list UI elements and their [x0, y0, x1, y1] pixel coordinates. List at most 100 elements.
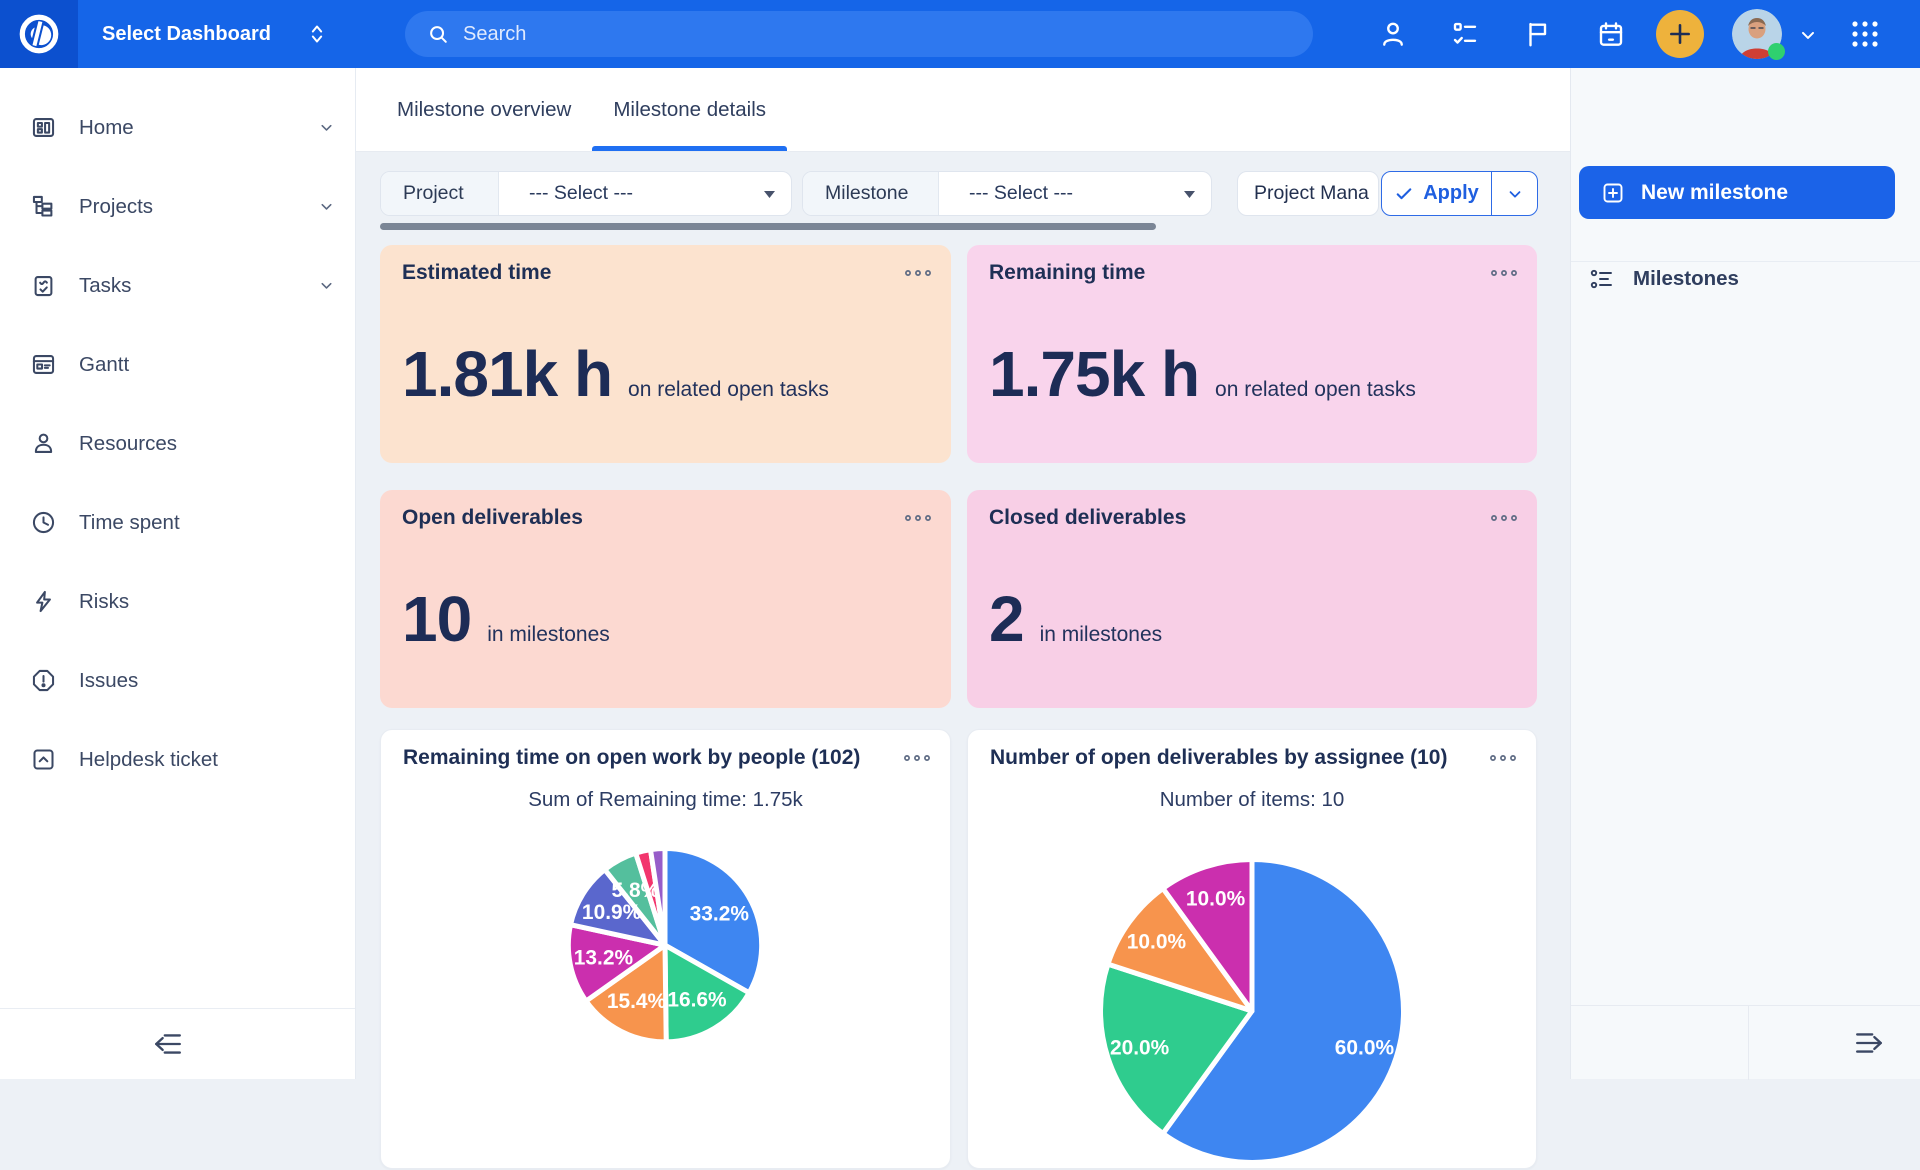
- pie-slice-label: 13.2%: [574, 947, 634, 970]
- tasks-clipboard-icon: [30, 272, 57, 299]
- tab-milestone-overview[interactable]: Milestone overview: [376, 68, 592, 151]
- card-title: Open deliverables: [402, 506, 583, 530]
- kpi-value-row: 1.75k h on related open tasks: [989, 337, 1416, 411]
- new-milestone-button[interactable]: New milestone: [1579, 166, 1895, 219]
- project-filter-select[interactable]: --- Select ---: [499, 172, 791, 215]
- horizontal-scrollbar[interactable]: [380, 223, 1156, 230]
- tab-milestone-details[interactable]: Milestone details: [592, 68, 787, 151]
- card-menu-icon[interactable]: [1488, 752, 1518, 764]
- quick-add-button[interactable]: [1656, 10, 1704, 58]
- sidebar-footer: [0, 1008, 355, 1079]
- sidebar-item-risks[interactable]: Risks: [0, 562, 355, 641]
- caret-down-icon: [1184, 191, 1195, 198]
- panel-item-label: Milestones: [1633, 267, 1739, 291]
- milestone-filter-label: Milestone: [803, 172, 939, 215]
- sidebar-item-label: Risks: [79, 590, 129, 614]
- sidebar-item-home[interactable]: Home: [0, 88, 355, 167]
- search-input[interactable]: [463, 23, 1243, 46]
- sidebar-item-label: Resources: [79, 432, 177, 456]
- online-status-indicator: [1768, 43, 1785, 60]
- card-menu-icon[interactable]: [1489, 512, 1519, 524]
- projects-hierarchy-icon: [30, 193, 57, 220]
- main-content: Milestone overview Milestone details Pro…: [356, 68, 1570, 1079]
- kpi-card-estimated-time: Estimated time 1.81k h on related open t…: [380, 245, 951, 463]
- expand-panel-icon[interactable]: [1849, 1028, 1889, 1058]
- card-menu-icon[interactable]: [903, 267, 933, 279]
- sidebar-item-gantt[interactable]: Gantt: [0, 325, 355, 404]
- project-filter: Project --- Select ---: [380, 171, 792, 216]
- chevron-down-icon[interactable]: [1798, 25, 1818, 45]
- tab-label: Milestone overview: [397, 98, 571, 122]
- kpi-suffix: in milestones: [487, 623, 610, 647]
- sidebar-item-helpdesk-ticket[interactable]: Helpdesk ticket: [0, 720, 355, 799]
- kpi-value-row: 10 in milestones: [402, 582, 610, 656]
- tab-label: Milestone details: [613, 98, 766, 122]
- plus-square-icon: [1601, 181, 1625, 205]
- caret-down-icon: [764, 191, 775, 198]
- filter-bar: Project --- Select --- Milestone --- Sel…: [356, 171, 1570, 216]
- card-menu-icon[interactable]: [903, 512, 933, 524]
- pie-slice-label: 20.0%: [1110, 1036, 1170, 1059]
- check-icon: [1394, 184, 1414, 204]
- kpi-value: 1.81k h: [402, 337, 612, 411]
- dashboard-selector[interactable]: Select Dashboard: [102, 0, 327, 68]
- bullet-list-icon: [1589, 266, 1615, 292]
- plus-icon: [1667, 21, 1693, 47]
- chart-subtitle: Number of items: 10: [968, 788, 1536, 812]
- milestone-filter-value: --- Select ---: [969, 182, 1073, 205]
- pie-slice-label: 5.8%: [612, 879, 660, 902]
- milestone-filter-select[interactable]: --- Select ---: [939, 172, 1211, 215]
- apply-filter-group: Apply: [1381, 171, 1538, 216]
- sidebar-item-time-spent[interactable]: Time spent: [0, 483, 355, 562]
- sidebar-item-label: Gantt: [79, 353, 129, 377]
- apply-button-label: Apply: [1423, 182, 1479, 205]
- card-title: Remaining time: [989, 261, 1145, 285]
- app-logo[interactable]: [0, 0, 78, 68]
- sidebar-item-tasks[interactable]: Tasks: [0, 246, 355, 325]
- home-dashboard-icon: [30, 114, 57, 141]
- apply-button[interactable]: Apply: [1382, 172, 1491, 215]
- chevron-down-icon[interactable]: [318, 119, 335, 136]
- pie-slice-label: 16.6%: [667, 988, 727, 1011]
- collapse-sidebar-icon[interactable]: [148, 1029, 188, 1059]
- card-menu-icon[interactable]: [902, 752, 932, 764]
- card-menu-icon[interactable]: [1489, 267, 1519, 279]
- footer-divider: [1748, 1006, 1749, 1080]
- octagon-alert-icon: [30, 667, 57, 694]
- calendar-icon[interactable]: [1596, 19, 1626, 49]
- sidebar-item-label: Projects: [79, 195, 153, 219]
- pie-slice-label: 60.0%: [1335, 1036, 1395, 1059]
- sidebar-item-projects[interactable]: Projects: [0, 167, 355, 246]
- pie-slice-label: 10.0%: [1127, 930, 1187, 953]
- square-chevron-up-icon: [30, 746, 57, 773]
- apply-options-button[interactable]: [1491, 172, 1537, 215]
- user-icon[interactable]: [1378, 19, 1408, 49]
- sidebar-item-label: Issues: [79, 669, 138, 693]
- project-manager-filter-value: Project Mana: [1254, 182, 1369, 205]
- chevron-down-icon[interactable]: [318, 277, 335, 294]
- sidebar-item-label: Home: [79, 116, 134, 140]
- kpi-card-closed-deliverables: Closed deliverables 2 in milestones: [967, 490, 1537, 708]
- right-panel-footer: [1571, 1005, 1920, 1079]
- kpi-suffix: on related open tasks: [628, 378, 829, 402]
- top-bar: Select Dashboard: [0, 0, 1920, 68]
- panel-item-milestones[interactable]: Milestones: [1571, 256, 1920, 302]
- sidebar-item-resources[interactable]: Resources: [0, 404, 355, 483]
- pie-chart-open-deliverables: 60.0% 20.0% 10.0% 10.0%: [968, 830, 1536, 1170]
- pie-slice-label: 10.0%: [1186, 888, 1246, 911]
- task-list-icon[interactable]: [1450, 19, 1480, 49]
- project-filter-value: --- Select ---: [529, 182, 633, 205]
- chevron-down-icon[interactable]: [318, 198, 335, 215]
- kpi-value: 1.75k h: [989, 337, 1199, 411]
- global-search[interactable]: [405, 11, 1313, 57]
- pie-slice-label: 15.4%: [607, 990, 667, 1013]
- sidebar-item-issues[interactable]: Issues: [0, 641, 355, 720]
- chevron-up-down-icon: [307, 21, 327, 47]
- pie-slice-label: 33.2%: [690, 902, 750, 925]
- apps-grid-icon[interactable]: [1848, 17, 1882, 51]
- project-manager-filter[interactable]: Project Mana: [1237, 171, 1379, 216]
- chart-title: Number of open deliverables by assignee …: [990, 746, 1447, 770]
- flag-icon[interactable]: [1523, 19, 1553, 49]
- kpi-card-open-deliverables: Open deliverables 10 in milestones: [380, 490, 951, 708]
- lightning-icon: [30, 588, 57, 615]
